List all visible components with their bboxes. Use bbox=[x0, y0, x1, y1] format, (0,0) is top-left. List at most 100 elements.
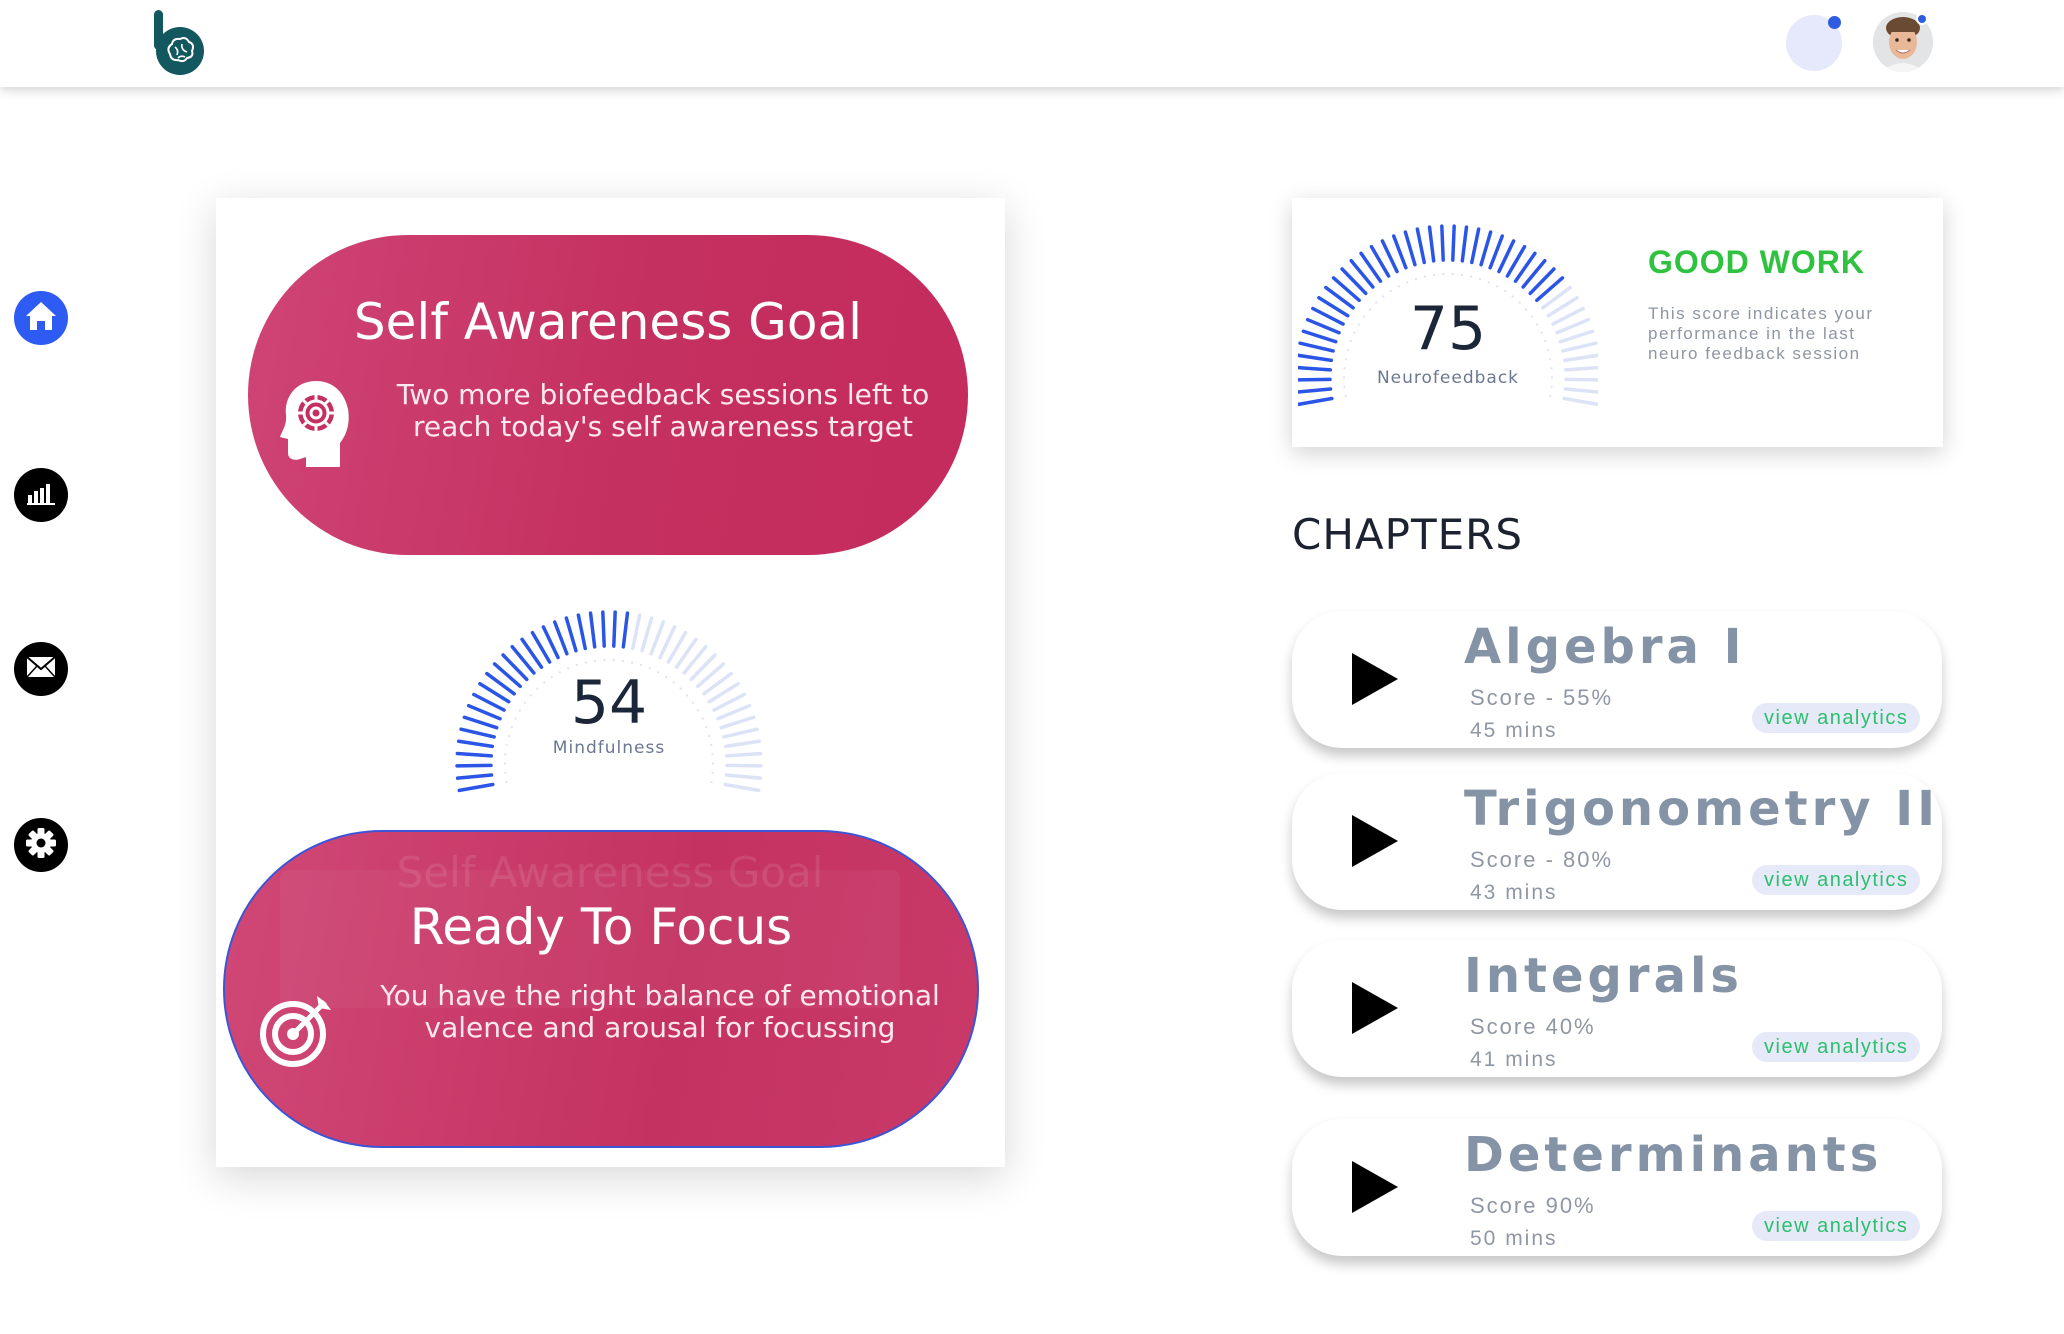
chapter-name: Determinants bbox=[1464, 1127, 1883, 1183]
gauge-dot bbox=[1353, 331, 1356, 334]
sidebar-item-settings[interactable] bbox=[14, 818, 68, 872]
ghost-goal-title: Self Awareness Goal bbox=[396, 848, 824, 897]
gauge-tick bbox=[612, 610, 617, 648]
gauge-dot bbox=[1469, 275, 1473, 278]
gauge-dot bbox=[1344, 357, 1347, 361]
gauge-tick bbox=[462, 715, 499, 730]
gauge-tick bbox=[588, 611, 597, 649]
gauge-dot bbox=[1460, 273, 1464, 277]
gauge-tick bbox=[1298, 341, 1335, 353]
gauge-tick bbox=[1479, 230, 1493, 267]
gauge-tick bbox=[621, 611, 630, 649]
gauge-tick bbox=[1415, 227, 1426, 265]
gauge-tick bbox=[1451, 224, 1456, 262]
sidebar-item-analytics[interactable] bbox=[14, 468, 68, 522]
gauge-dot bbox=[1550, 376, 1554, 379]
chapter-score: Score - 55% bbox=[1470, 685, 1614, 710]
chapter-name: Trigonometry II bbox=[1464, 781, 1939, 837]
gauge-dot bbox=[1442, 272, 1445, 276]
gauge-dot bbox=[1349, 339, 1352, 343]
chapter-name: Integrals bbox=[1464, 948, 1743, 1004]
view-analytics-link[interactable]: view analytics bbox=[1752, 1211, 1921, 1241]
gauge-tick bbox=[1562, 353, 1598, 363]
gauge-dot bbox=[711, 753, 714, 756]
ready-to-focus-card[interactable]: Self Awareness Goal Ready To Focus You h… bbox=[223, 830, 979, 1148]
gauge-dot bbox=[1343, 367, 1346, 370]
gauge-dot bbox=[710, 780, 713, 784]
target-icon bbox=[259, 992, 335, 1073]
gauge-tick bbox=[455, 751, 494, 758]
gauge-dot bbox=[1342, 376, 1346, 379]
view-analytics-link[interactable]: view analytics bbox=[1752, 865, 1921, 895]
gauge-dot bbox=[1357, 323, 1361, 326]
self-awareness-goal-card[interactable]: Self Awareness Goal Two more biofeedback… bbox=[248, 235, 968, 555]
gauge-dot bbox=[1535, 323, 1539, 326]
gauge-tick bbox=[1391, 234, 1408, 270]
view-analytics-link[interactable]: view analytics bbox=[1752, 1032, 1921, 1062]
gauge-tick bbox=[1470, 227, 1481, 265]
chapter-card-integrals[interactable]: Integrals Score 40% 41 mins view analyti… bbox=[1292, 940, 1942, 1077]
gauge-tick bbox=[564, 616, 578, 653]
chapter-duration: 41 mins bbox=[1470, 1048, 1558, 1071]
goal-title: Self Awareness Goal bbox=[353, 293, 863, 351]
gauge-tick bbox=[1440, 224, 1445, 262]
gauge-tick bbox=[1558, 329, 1595, 344]
chapter-score: Score 40% bbox=[1470, 1014, 1596, 1039]
gauge-dot bbox=[575, 663, 579, 667]
wellbeing-card: Self Awareness Goal Two more biofeedback… bbox=[216, 198, 1005, 1167]
gauge-dot bbox=[1544, 339, 1547, 343]
gauge-tick bbox=[716, 703, 752, 721]
gauge-tick bbox=[719, 715, 756, 730]
gauge-tick bbox=[1298, 387, 1333, 394]
gauge-tick bbox=[1298, 396, 1334, 407]
chapter-score: Score 90% bbox=[1470, 1193, 1596, 1218]
play-icon[interactable] bbox=[1352, 1161, 1398, 1213]
view-analytics-link[interactable]: view analytics bbox=[1752, 703, 1921, 733]
neurofeedback-value: 75 bbox=[1409, 294, 1487, 364]
gauge-tick bbox=[631, 613, 642, 651]
sidebar-item-home[interactable] bbox=[14, 291, 68, 345]
chapter-name: Algebra I bbox=[1464, 619, 1746, 675]
focus-title: Ready To Focus bbox=[409, 898, 793, 956]
chapter-card-algebra[interactable]: Algebra I Score - 55% 45 mins view analy… bbox=[1292, 611, 1942, 748]
gauge-tick bbox=[466, 703, 502, 721]
gauge-tick bbox=[724, 773, 763, 780]
gauge-tick bbox=[649, 620, 666, 656]
gauge-dot bbox=[1406, 281, 1409, 284]
mindfulness-label: Mindfulness bbox=[552, 738, 666, 758]
gauge-tick bbox=[455, 773, 494, 780]
gauge-dot bbox=[1549, 357, 1552, 361]
analytics-icon bbox=[26, 480, 56, 511]
gauge-dot bbox=[1530, 315, 1534, 318]
gauge-tick bbox=[1561, 341, 1598, 353]
settings-icon bbox=[24, 826, 58, 865]
gauge-tick bbox=[1563, 365, 1598, 372]
gauge-dot bbox=[505, 780, 508, 784]
gauge-tick bbox=[1555, 317, 1591, 335]
neurofeedback-score-card: 75 Neurofeedback GOOD WORK This score in… bbox=[1292, 198, 1943, 447]
play-icon[interactable] bbox=[1352, 653, 1398, 705]
gauge-dot bbox=[1478, 277, 1482, 281]
chapters-heading: CHAPTERS bbox=[1292, 510, 1524, 559]
chapter-card-trigonometry[interactable]: Trigonometry II Score - 80% 43 mins view… bbox=[1292, 773, 1942, 910]
play-icon[interactable] bbox=[1352, 815, 1398, 867]
gauge-dot bbox=[1550, 367, 1553, 370]
gauge-dot bbox=[710, 743, 713, 747]
good-work-headline: GOOD WORK bbox=[1648, 244, 1865, 280]
top-bar bbox=[0, 0, 2064, 87]
gauge-dot bbox=[503, 762, 507, 765]
brain-logo-icon[interactable] bbox=[150, 10, 206, 76]
gauge-dot bbox=[1495, 285, 1499, 288]
gauge-dot bbox=[1549, 394, 1552, 398]
gauge-dot bbox=[504, 771, 507, 775]
gauge-dot bbox=[630, 661, 634, 664]
gauge-tick bbox=[1298, 365, 1333, 372]
sidebar-item-mail[interactable] bbox=[14, 642, 68, 696]
play-icon[interactable] bbox=[1352, 982, 1398, 1034]
gauge-dot bbox=[1546, 348, 1550, 352]
gauge-tick bbox=[459, 727, 496, 739]
chapter-duration: 43 mins bbox=[1470, 881, 1558, 904]
chapter-card-determinants[interactable]: Determinants Score 90% 50 mins view anal… bbox=[1292, 1119, 1942, 1256]
avatar-status-dot bbox=[1916, 13, 1928, 25]
gauge-dot bbox=[1397, 285, 1401, 288]
